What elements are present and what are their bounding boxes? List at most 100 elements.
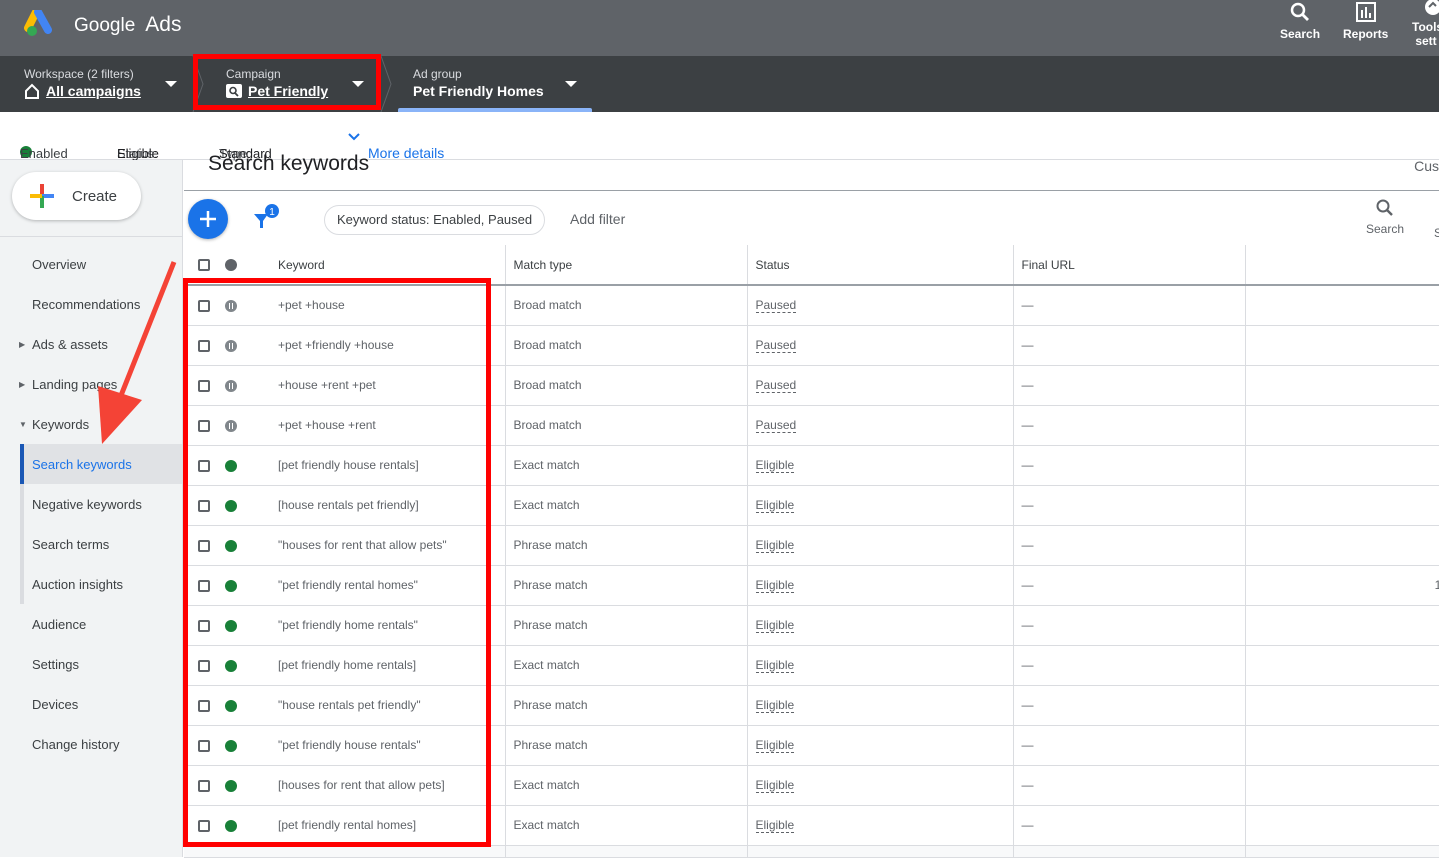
row-checkbox-cell[interactable] [184,565,222,606]
table-row[interactable]: +house +rent +pet Broad match Paused — [184,365,1439,406]
table-row[interactable]: "pet friendly rental homes" Phrase match E… [184,565,1439,606]
row-status-dot-cell[interactable] [222,285,270,326]
column-header-match-type[interactable]: Match type [505,245,748,286]
row-checkbox[interactable] [198,539,210,552]
enabled-status-icon[interactable] [225,659,237,672]
row-checkbox[interactable] [198,499,210,512]
status-link[interactable]: Eligible [755,738,795,753]
keyword-cell[interactable]: "pet friendly home rentals" [270,605,506,646]
row-checkbox-cell[interactable] [184,805,222,846]
row-checkbox-cell[interactable] [184,765,222,806]
status-link[interactable]: Eligible [755,778,795,793]
sidebar-item-search-keywords[interactable]: Search keywords [20,444,182,484]
row-checkbox-cell[interactable] [184,445,222,486]
enabled-status-icon[interactable] [225,779,237,792]
table-row[interactable]: +pet +house Broad match Paused — [184,285,1439,326]
row-status-dot-cell[interactable] [222,525,270,566]
row-checkbox[interactable] [198,699,210,712]
toolbar-next-button[interactable]: S [1434,226,1439,240]
keyword-cell[interactable]: "pet friendly house rentals" [270,725,506,766]
sidebar-item-devices[interactable]: Devices [0,684,182,724]
status-link[interactable]: Paused [755,338,797,353]
keyword-cell[interactable]: "pet friendly rental homes" [270,565,506,606]
enabled-status-icon[interactable] [225,619,237,632]
match-type-cell[interactable]: Phrase match [505,525,748,566]
row-status-dot-cell[interactable] [222,805,270,846]
adgroup-value[interactable]: Pet Friendly Homes [413,83,544,99]
campaign-dropdown-icon[interactable] [352,81,364,87]
sidebar-item-settings[interactable]: Settings [0,644,182,684]
column-header-impressions[interactable]: Imp [1245,245,1439,286]
row-checkbox[interactable] [198,739,210,752]
match-type-cell[interactable]: Exact match [505,765,748,806]
table-row[interactable]: "houses for rent that allow pets" Phrase … [184,525,1439,566]
match-type-cell[interactable]: Phrase match [505,685,748,726]
breadcrumb-campaign[interactable]: Campaign Pet Friendly [226,56,376,112]
add-keyword-button[interactable] [188,199,228,239]
status-link[interactable]: Eligible [755,818,795,833]
column-header-final-url[interactable]: Final URL [1013,245,1246,286]
row-checkbox[interactable] [198,659,210,672]
match-type-cell[interactable]: Phrase match [505,605,748,646]
table-row[interactable]: [pet friendly home rentals] Exact match El… [184,645,1439,686]
row-status-dot-cell[interactable] [222,445,270,486]
keyword-cell[interactable]: +pet +house +rent [270,405,506,446]
keyword-cell[interactable]: +pet +house [270,285,506,326]
filter-chip-keyword-status[interactable]: Keyword status: Enabled, Paused [324,205,546,235]
status-link[interactable]: Paused [755,378,797,393]
create-button[interactable]: Create [12,172,141,220]
match-type-cell[interactable]: Broad match [505,405,748,446]
row-status-dot-cell[interactable] [222,565,270,606]
row-checkbox-cell[interactable] [184,405,222,446]
enabled-status-icon[interactable] [225,579,237,592]
row-checkbox-cell[interactable] [184,685,222,726]
sidebar-item-overview[interactable]: Overview [0,244,182,284]
status-link[interactable]: Eligible [755,458,795,473]
row-checkbox[interactable] [198,419,210,432]
row-checkbox[interactable] [198,619,210,632]
status-link[interactable]: Paused [755,298,797,314]
row-checkbox-cell[interactable] [184,725,222,766]
adgroup-dropdown-icon[interactable] [565,81,577,87]
google-ads-logo-icon[interactable] [24,10,56,38]
match-type-cell[interactable]: Broad match [505,285,748,326]
row-checkbox[interactable] [198,339,210,352]
sidebar-item-negative-keywords[interactable]: Negative keywords [20,484,182,524]
collapse-arrow-icon[interactable]: ▼ [19,420,27,429]
table-row[interactable]: "pet friendly home rentals" Phrase match E… [184,605,1439,646]
row-status-dot-cell[interactable] [222,365,270,406]
row-status-dot-cell[interactable] [222,405,270,446]
topnav-search[interactable]: Search [1280,0,1320,41]
match-type-cell[interactable]: Phrase match [505,725,748,766]
row-checkbox-cell[interactable] [184,605,222,646]
status-link[interactable]: Eligible [755,658,795,673]
row-checkbox[interactable] [198,379,210,392]
keyword-cell[interactable]: [pet friendly house rentals] [270,445,506,486]
table-row[interactable]: +pet +friendly +house Broad match Paused — [184,325,1439,366]
expand-arrow-icon[interactable]: ▶ [19,340,25,349]
status-link[interactable]: Eligible [755,618,795,633]
table-row[interactable]: [house rentals pet friendly] Exact match E… [184,485,1439,526]
breadcrumb-workspace[interactable]: Workspace (2 filters) All campaigns [24,56,194,112]
sidebar-item-keywords[interactable]: ▼ Keywords [0,404,182,444]
custom-columns-label[interactable]: Cus [1414,158,1439,174]
row-checkbox[interactable] [198,579,210,592]
expand-arrow-icon[interactable]: ▶ [19,380,25,389]
paused-status-icon[interactable] [225,339,237,352]
select-all-checkbox[interactable] [198,259,210,272]
enabled-status-icon[interactable] [225,459,237,472]
table-row[interactable]: [pet friendly rental homes] Exact match El… [184,805,1439,846]
keyword-cell[interactable]: [house rentals pet friendly] [270,485,506,526]
row-status-dot-cell[interactable] [222,605,270,646]
row-checkbox-cell[interactable] [184,325,222,366]
row-status-dot-cell[interactable] [222,485,270,526]
breadcrumb-adgroup[interactable]: Ad group Pet Friendly Homes [413,56,593,112]
keyword-cell[interactable]: "house rentals pet friendly" [270,685,506,726]
enabled-status-icon[interactable] [225,499,237,512]
keyword-cell[interactable]: [pet friendly home rentals] [270,645,506,686]
campaign-value[interactable]: Pet Friendly [226,83,328,99]
topnav-reports[interactable]: Reports [1343,0,1388,41]
table-row[interactable]: +pet +house +rent Broad match Paused — [184,405,1439,446]
row-status-dot-cell[interactable] [222,725,270,766]
workspace-dropdown-icon[interactable] [165,81,177,87]
